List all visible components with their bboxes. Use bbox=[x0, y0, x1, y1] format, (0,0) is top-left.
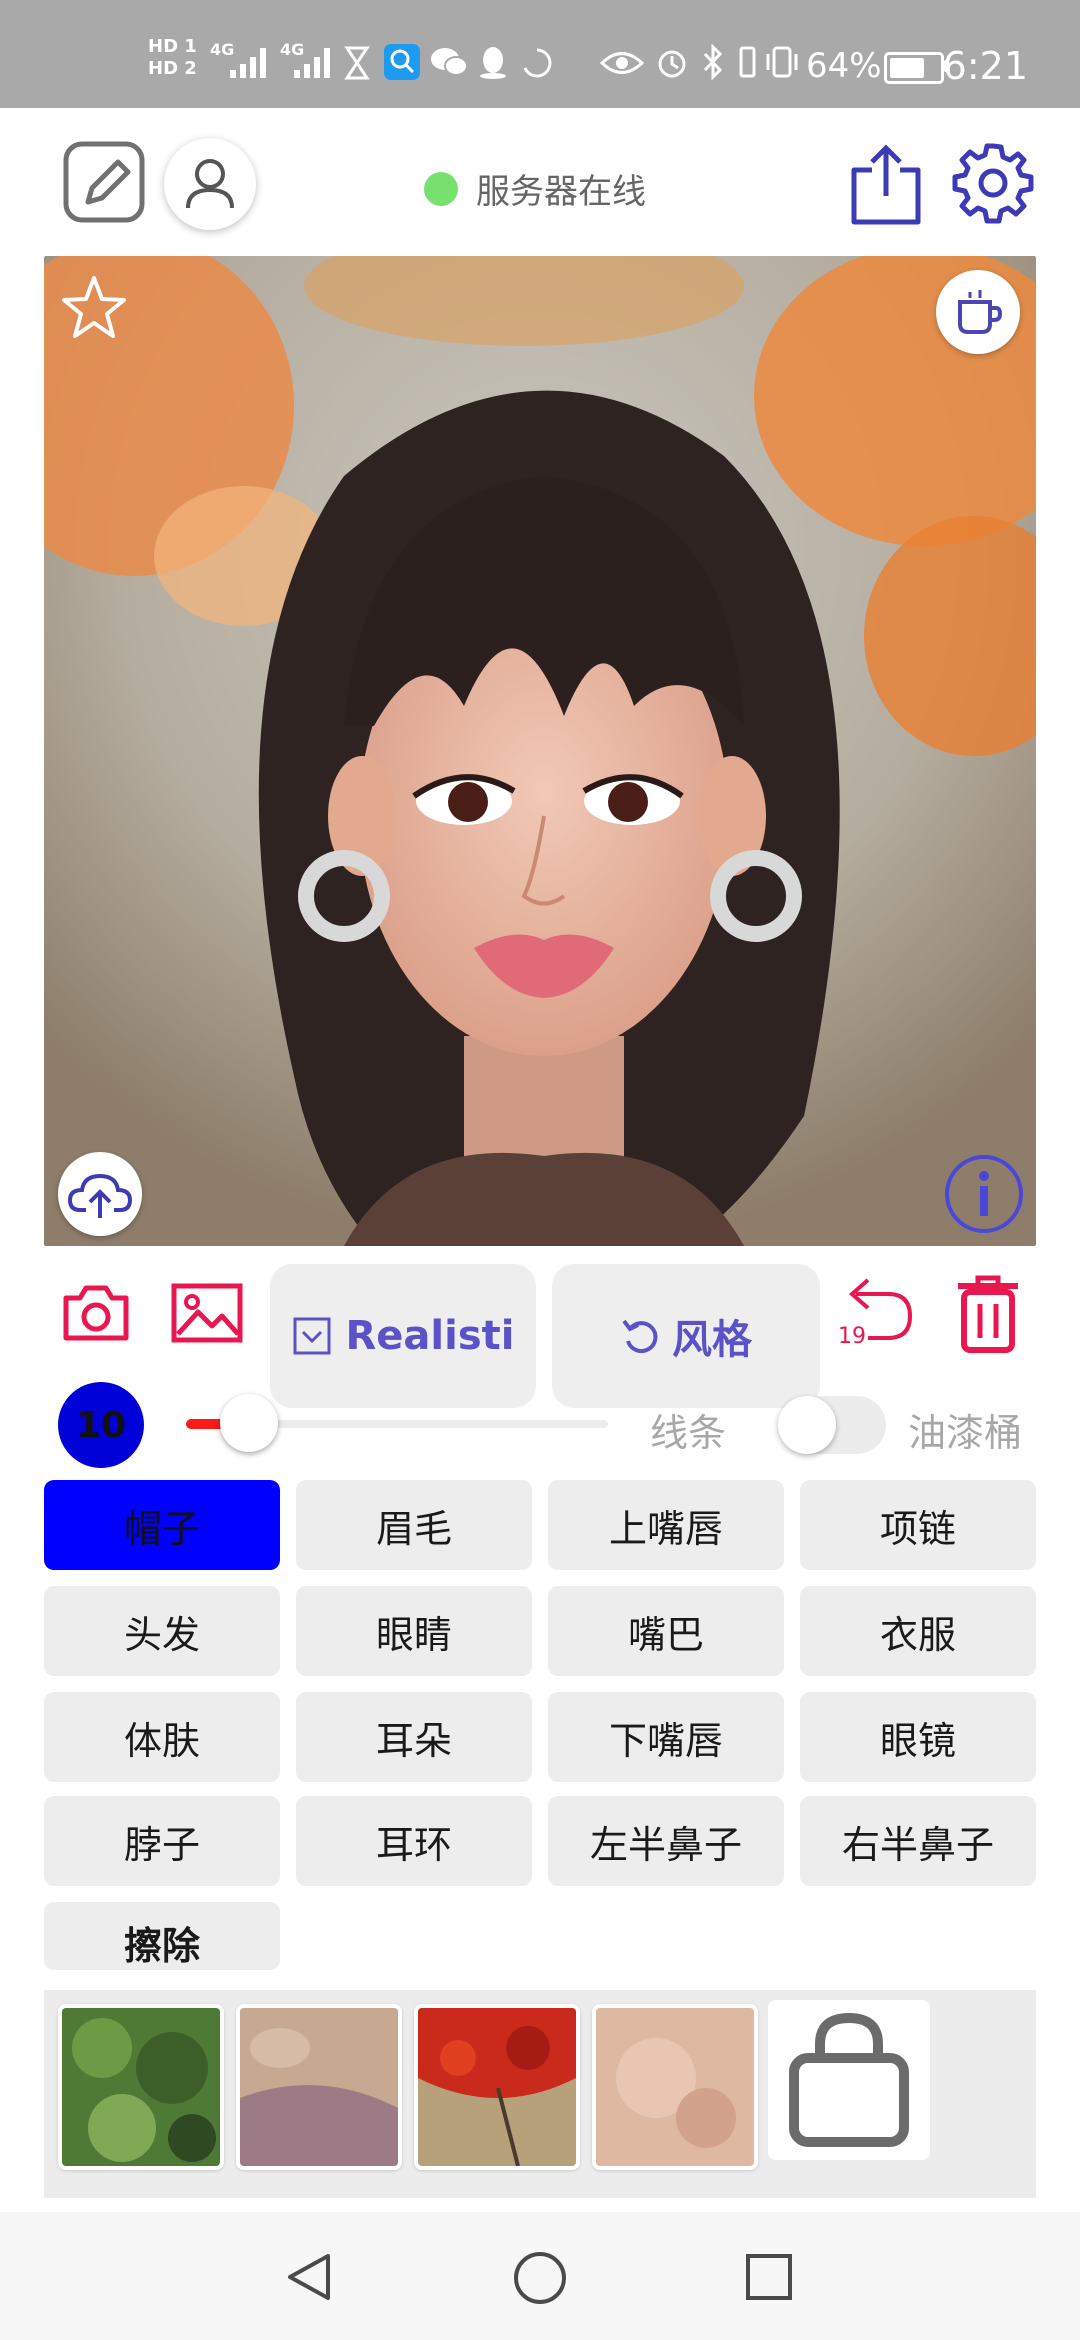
eye-icon bbox=[600, 52, 644, 74]
part-button[interactable]: 上嘴唇 bbox=[548, 1480, 784, 1570]
style-label: 风格 bbox=[672, 1317, 752, 1363]
recents-icon[interactable] bbox=[744, 2252, 794, 2302]
coffee-icon bbox=[958, 290, 1003, 334]
part-button[interactable]: 下嘴唇 bbox=[548, 1692, 784, 1782]
server-status: 服务器在线 bbox=[424, 164, 646, 213]
shopping-bag-icon bbox=[789, 2012, 909, 2147]
part-button[interactable]: 左半鼻子 bbox=[548, 1796, 784, 1886]
part-button[interactable]: 头发 bbox=[44, 1586, 280, 1676]
part-button[interactable]: 体肤 bbox=[44, 1692, 280, 1782]
clock: 6:21 bbox=[942, 44, 1028, 88]
undo-count: 19 bbox=[838, 1324, 866, 1349]
part-button[interactable]: 耳环 bbox=[296, 1796, 532, 1886]
user-icon bbox=[186, 159, 234, 209]
dropdown-box-icon bbox=[293, 1317, 330, 1355]
part-button[interactable]: 眉毛 bbox=[296, 1480, 532, 1570]
part-button[interactable]: 耳朵 bbox=[296, 1692, 532, 1782]
search-app-icon bbox=[384, 44, 420, 80]
server-status-dot bbox=[424, 171, 458, 206]
part-button[interactable]: 项链 bbox=[800, 1480, 1036, 1570]
vibrate-icon bbox=[739, 46, 756, 78]
alarm-icon bbox=[658, 50, 686, 78]
part-button[interactable]: 脖子 bbox=[44, 1796, 280, 1886]
info-icon[interactable] bbox=[942, 1152, 1026, 1236]
signal-1-icon bbox=[230, 48, 266, 78]
battery-icon bbox=[884, 52, 944, 84]
qq-icon bbox=[480, 47, 506, 79]
upload-button[interactable] bbox=[58, 1152, 142, 1236]
style-button[interactable]: 风格 bbox=[552, 1264, 820, 1408]
sync-icon bbox=[523, 48, 552, 78]
home-icon[interactable] bbox=[512, 2250, 568, 2306]
skin-texture bbox=[596, 2008, 754, 2166]
erase-part-button[interactable]: 擦除 bbox=[44, 1902, 280, 1970]
sim-indicators: HD 1 HD 2 bbox=[148, 36, 197, 80]
rotate-icon bbox=[622, 1319, 658, 1354]
texture-thumbnail[interactable] bbox=[236, 2004, 402, 2170]
part-button[interactable]: 眼镜 bbox=[800, 1692, 1036, 1782]
red-leaves-texture bbox=[418, 2008, 576, 2166]
part-button[interactable]: 衣服 bbox=[800, 1586, 1036, 1676]
undo-button[interactable]: 19 bbox=[838, 1276, 918, 1352]
hourglass-icon bbox=[344, 46, 370, 80]
sim1-label: HD 1 bbox=[148, 36, 197, 57]
paint-bucket-label: 油漆桶 bbox=[908, 1411, 1023, 1455]
coffee-button[interactable] bbox=[936, 270, 1020, 354]
green-foliage-texture bbox=[62, 2008, 220, 2166]
part-button[interactable]: 右半鼻子 bbox=[800, 1796, 1036, 1886]
texture-thumbnail[interactable] bbox=[592, 2004, 758, 2170]
gear-icon[interactable] bbox=[950, 140, 1036, 226]
texture-thumbnail[interactable] bbox=[414, 2004, 580, 2170]
cloud-upload-icon bbox=[67, 1173, 133, 1218]
part-button[interactable]: 眼睛 bbox=[296, 1586, 532, 1676]
bluetooth-icon bbox=[703, 44, 723, 80]
fabric-texture bbox=[240, 2008, 398, 2166]
wechat-icon bbox=[431, 48, 468, 76]
trash-icon[interactable] bbox=[954, 1272, 1022, 1354]
texture-shop-button[interactable] bbox=[768, 2000, 930, 2160]
model-select-button[interactable]: Realisti bbox=[270, 1264, 536, 1408]
portrait-image bbox=[44, 256, 1036, 1246]
server-status-label: 服务器在线 bbox=[476, 172, 646, 212]
model-select-label: Realisti bbox=[345, 1313, 515, 1359]
camera-icon[interactable] bbox=[60, 1282, 132, 1344]
sim2-label: HD 2 bbox=[148, 58, 197, 79]
edit-icon[interactable] bbox=[62, 140, 146, 224]
battery-percent: 64% bbox=[806, 46, 882, 86]
brush-size-indicator: 10 bbox=[58, 1382, 144, 1468]
navigation-bar bbox=[0, 2212, 1080, 2340]
texture-thumbnail[interactable] bbox=[58, 2004, 224, 2170]
signal-2-icon bbox=[294, 48, 330, 78]
vibrate-mode-icon bbox=[766, 46, 798, 78]
image-icon[interactable] bbox=[170, 1282, 244, 1344]
part-button[interactable]: 嘴巴 bbox=[548, 1586, 784, 1676]
paint-bucket-toggle-thumb[interactable] bbox=[778, 1396, 836, 1454]
star-icon[interactable] bbox=[58, 272, 130, 344]
part-button[interactable]: 帽子 bbox=[44, 1480, 280, 1570]
profile-button[interactable] bbox=[164, 138, 256, 230]
drawing-canvas[interactable] bbox=[44, 256, 1036, 1246]
back-icon[interactable] bbox=[284, 2250, 334, 2304]
status-bar: HD 1 HD 2 4G 4G 64% 6:21 bbox=[0, 0, 1080, 108]
brush-size-slider-thumb[interactable] bbox=[220, 1394, 278, 1452]
share-icon[interactable] bbox=[846, 140, 926, 228]
line-mode-label: 线条 bbox=[650, 1411, 727, 1455]
